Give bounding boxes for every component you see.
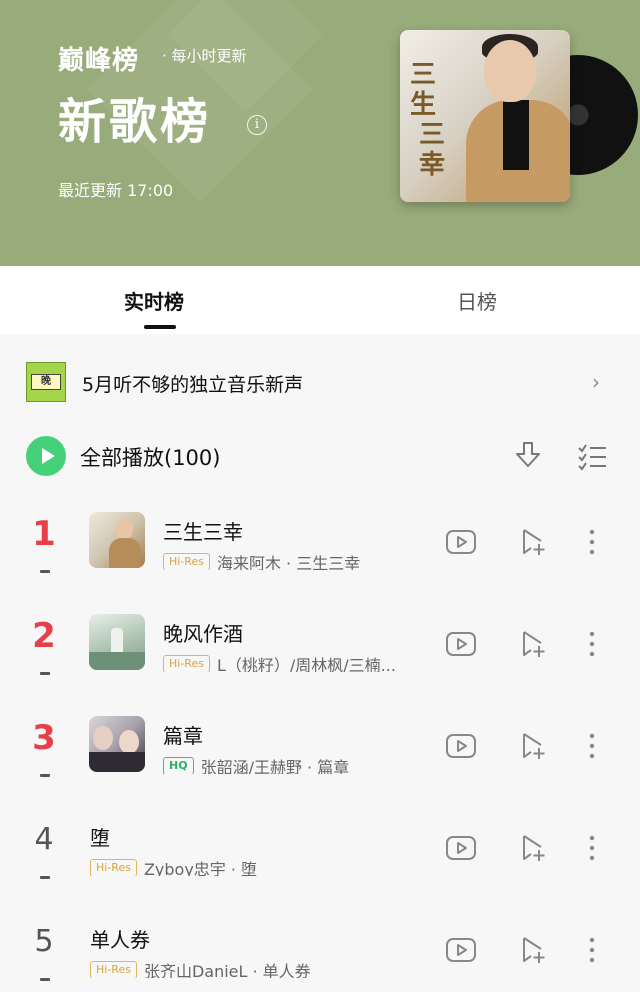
list-item[interactable]: 1 三生三幸 Hi-Res 海来阿木 · 三生三幸 [0, 504, 640, 606]
rank-number: 3 [32, 718, 56, 758]
rank-trend-icon [40, 876, 50, 879]
quality-badge: Hi-Res [90, 859, 137, 876]
tab-daily[interactable]: 日榜 [457, 286, 497, 315]
rank-trend-icon [40, 774, 50, 777]
banner-thumbnail: 晚 [26, 362, 66, 402]
list-item[interactable]: 4 堕 Hi-Res Zyboy忠宇 · 堕 [0, 810, 640, 912]
song-list: 1 三生三幸 Hi-Res 海来阿木 · 三生三幸 2 晚风作酒 Hi-Res … [0, 504, 640, 992]
multi-select-icon[interactable] [576, 440, 608, 472]
album-thumbnail [89, 512, 145, 568]
play-all-button[interactable] [26, 436, 66, 476]
add-to-playlist-icon[interactable] [519, 730, 549, 762]
song-meta: HQ 张韶涵/王赫野 · 篇章 [163, 754, 349, 774]
artist-album: 张齐山DanieL · 单人券 [143, 962, 311, 978]
song-list-panel: 晚 5月听不够的独立音乐新声 › 全部播放(100) 1 三生三幸 Hi-Res… [0, 334, 640, 992]
brand-label: 巅峰榜 [58, 46, 140, 76]
add-to-playlist-icon[interactable] [519, 934, 549, 966]
artist-album: L（桃籽）/周林枫/三楠... [216, 656, 396, 672]
page-title: 新歌榜 [58, 94, 212, 150]
play-video-icon[interactable] [445, 628, 477, 660]
chart-cover[interactable]: 三生 三 幸 [398, 30, 638, 202]
rank-number: 4 [34, 822, 54, 857]
play-all-bar: 全部播放(100) [0, 430, 640, 482]
more-options-icon[interactable] [582, 932, 602, 968]
song-title: 堕 [90, 826, 110, 850]
tab-bar: 实时榜 日榜 [0, 266, 640, 334]
more-options-icon[interactable] [582, 830, 602, 866]
rank-number: 5 [34, 924, 54, 959]
cover-image: 三生 三 幸 [400, 30, 570, 202]
quality-badge: Hi-Res [163, 553, 210, 570]
quality-badge: HQ [163, 757, 194, 774]
play-video-icon[interactable] [445, 526, 477, 558]
artist-album: 张韶涵/王赫野 · 篇章 [200, 758, 350, 774]
promo-banner[interactable]: 晚 5月听不够的独立音乐新声 › [0, 356, 640, 408]
play-video-icon[interactable] [445, 730, 477, 762]
song-title: 三生三幸 [163, 520, 243, 544]
chart-header: 巅峰榜 · 每小时更新 新歌榜 i 最近更新 17:00 三生 三 幸 [0, 0, 640, 266]
info-icon[interactable]: i [247, 115, 267, 135]
song-meta: Hi-Res 张齐山DanieL · 单人券 [90, 958, 311, 978]
album-thumbnail [89, 716, 145, 772]
play-video-icon[interactable] [445, 934, 477, 966]
rank-number: 1 [32, 514, 56, 554]
tab-realtime[interactable]: 实时榜 [124, 286, 184, 315]
download-icon[interactable] [513, 440, 543, 472]
album-thumbnail [89, 614, 145, 670]
more-options-icon[interactable] [582, 524, 602, 560]
artist-album: Zyboy忠宇 · 堕 [143, 860, 258, 876]
song-meta: Hi-Res L（桃籽）/周林枫/三楠... [163, 652, 396, 672]
add-to-playlist-icon[interactable] [519, 832, 549, 864]
add-to-playlist-icon[interactable] [519, 628, 549, 660]
last-updated: 最近更新 17:00 [58, 181, 174, 200]
active-tab-indicator [144, 325, 176, 329]
play-all-label[interactable]: 全部播放(100) [80, 442, 220, 472]
list-item[interactable]: 5 单人券 Hi-Res 张齐山DanieL · 单人券 [0, 912, 640, 992]
more-options-icon[interactable] [582, 728, 602, 764]
song-meta: Hi-Res Zyboy忠宇 · 堕 [90, 856, 257, 876]
song-meta: Hi-Res 海来阿木 · 三生三幸 [163, 550, 360, 570]
list-item[interactable]: 3 篇章 HQ 张韶涵/王赫野 · 篇章 [0, 708, 640, 810]
list-item[interactable]: 2 晚风作酒 Hi-Res L（桃籽）/周林枫/三楠... [0, 606, 640, 708]
play-video-icon[interactable] [445, 832, 477, 864]
chevron-right-icon: › [592, 370, 600, 394]
add-to-playlist-icon[interactable] [519, 526, 549, 558]
quality-badge: Hi-Res [163, 655, 210, 672]
cover-art-lettering: 三生 三 幸 [410, 60, 446, 180]
banner-text: 5月听不够的独立音乐新声 [82, 374, 304, 396]
more-options-icon[interactable] [582, 626, 602, 662]
song-title: 单人券 [90, 928, 150, 952]
rank-trend-icon [40, 570, 50, 573]
quality-badge: Hi-Res [90, 961, 137, 978]
song-title: 篇章 [163, 724, 203, 748]
rank-number: 2 [32, 616, 56, 656]
rank-trend-icon [40, 978, 50, 981]
update-frequency: · 每小时更新 [162, 47, 247, 65]
rank-trend-icon [40, 672, 50, 675]
song-title: 晚风作酒 [163, 622, 243, 646]
artist-album: 海来阿木 · 三生三幸 [216, 554, 361, 570]
